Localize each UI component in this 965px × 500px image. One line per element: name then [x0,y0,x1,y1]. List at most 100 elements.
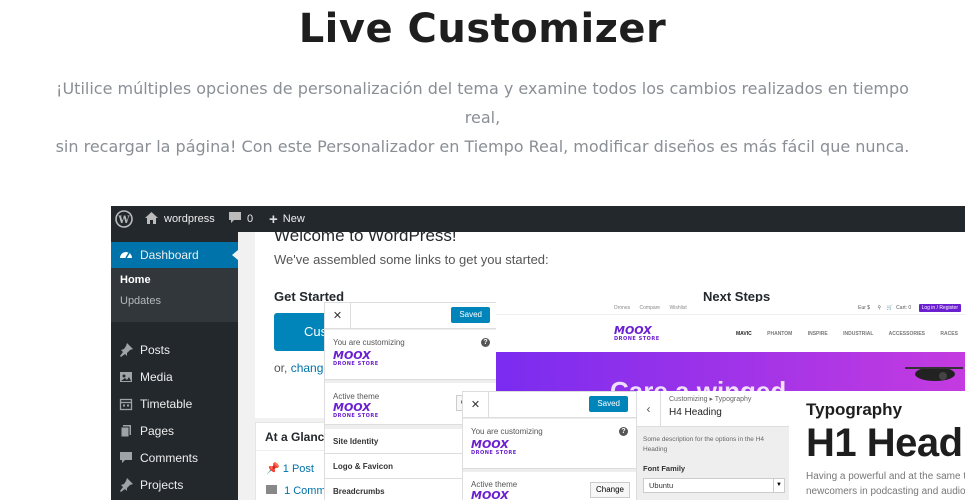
typography-options-panel: ‹ Customizing ▸ Typography H4 Heading So… [636,391,790,500]
at-a-glance-title: At a Glance [265,430,332,444]
customizing-info: You are customizing ? MOOX DRONE STORE [463,419,636,469]
new-label: New [282,213,305,225]
sidebar-item-media[interactable]: Media [111,364,238,390]
typography-preview: Typography H1 Heading Having a powerful … [789,391,965,500]
moox-logo: MOOXDRONE STORE [333,349,379,367]
currency-selector[interactable]: Eur $ [858,305,870,311]
nav-item[interactable]: INSPIRE [808,331,828,337]
login-button[interactable]: Log in / Register [918,304,961,312]
paragraph-line-1: Having a powerful and at the same time [806,471,965,482]
admin-sidebar: Dashboard Home Updates Posts Media Timet… [111,232,238,500]
site-preview: Drones Compare Wishlist Eur $ ⚲ 🛒 Cart: … [496,302,965,392]
help-icon[interactable]: ? [481,338,490,347]
dashboard-submenu: Home Updates [111,268,238,322]
pages-icon [119,424,133,438]
media-icon [119,370,133,384]
nav-item[interactable]: RACES [940,331,958,337]
top-link[interactable]: Wishlist [669,305,686,311]
sidebar-item-timetable[interactable]: Timetable [111,391,238,417]
active-theme-box: Active theme MOOXDRONE STORE Change [463,472,636,500]
customizer-header: ✕ Saved [325,303,498,329]
paragraph-line-2: newcomers in podcasting and audio pro [806,486,965,497]
preview-banner: Care a winged [496,352,965,392]
chevron-down-icon: ▼ [773,479,784,492]
plus-icon: + [269,210,278,228]
comment-icon [229,212,241,226]
preview-top-links: Drones Compare Wishlist [614,305,687,311]
nav-item[interactable]: MAVIC [736,331,752,337]
change-theme-button[interactable]: Change [590,482,630,498]
cart-icon: 🛒 [886,305,893,311]
preview-nav: MAVIC PHANTOM INSPIRE INDUSTRIAL ACCESSO… [736,331,958,337]
site-name: wordpress [164,213,215,225]
glance-posts[interactable]: 📌 1 Post [266,462,314,475]
nav-item[interactable]: PHANTOM [767,331,792,337]
sidebar-item-label: Dashboard [140,248,199,262]
drone-image [895,358,965,388]
admin-bar-site[interactable]: wordpress [145,206,215,232]
nav-item[interactable]: INDUSTRIAL [843,331,873,337]
sidebar-item-label: Posts [140,343,171,357]
saved-button[interactable]: Saved [451,307,490,323]
sidebar-item-comments[interactable]: Comments [111,445,238,471]
preview-logo[interactable]: MOOX DRONE STORE [614,325,660,342]
saved-button[interactable]: Saved [589,396,628,412]
comment-icon [266,485,277,494]
wordpress-screenshot: W wordpress 0 + New Dashboard Home Updat… [111,206,965,500]
customizing-info: You are customizing ? MOOX DRONE STORE [325,330,498,380]
preview-top-right: Eur $ ⚲ 🛒 Cart: 0 Log in / Register [858,304,961,312]
pin-icon: 📌 [266,463,280,475]
subtitle-line-1: ¡Utilice múltiples opciones de personali… [56,79,909,127]
or-text: or, [274,361,288,375]
pin-icon [119,343,133,357]
sidebar-subitem-updates[interactable]: Updates [120,295,161,307]
typography-title: Typography [806,400,903,419]
cart-link[interactable]: Cart: 0 [896,305,911,311]
sidebar-item-projects[interactable]: Projects [111,472,238,498]
back-arrow-icon[interactable]: ‹ [637,391,661,427]
calendar-icon [119,397,133,411]
moox-logo: MOOXDRONE STORE [333,401,379,419]
customizer-panel-front: ✕ Saved You are customizing ? MOOX DRONE … [462,391,637,500]
moox-logo: MOOXDRONE STORE [471,489,509,500]
sidebar-item-label: Projects [140,478,184,492]
option-description: Some description for the options in the … [643,436,765,453]
sidebar-item-label: Comments [140,451,199,465]
dashboard-icon [119,248,133,262]
you-are-customizing-label: You are customizing [333,338,405,347]
top-link[interactable]: Compare [640,305,661,311]
welcome-subtitle: We've assembled some links to get you st… [274,252,549,267]
section-header: ‹ Customizing ▸ Typography H4 Heading [637,391,790,427]
section-title: H4 Heading [669,407,722,418]
home-icon [145,211,158,227]
active-theme-label: Active theme [333,392,380,401]
you-are-customizing-label: You are customizing [471,427,543,436]
pin-icon [119,478,133,492]
admin-bar: W wordpress 0 + New [111,206,965,232]
nav-item[interactable]: ACCESSORIES [889,331,925,337]
active-theme-label: Active theme [471,480,518,489]
sidebar-subitem-home[interactable]: Home [120,274,151,286]
subtitle-line-2: sin recargar la página! Con este Persona… [55,137,910,156]
sidebar-item-pages[interactable]: Pages [111,418,238,444]
sidebar-item-label: Pages [140,424,175,438]
close-icon[interactable]: ✕ [463,392,489,418]
glance-comments[interactable]: 1 Comm [266,485,326,497]
customizer-header: ✕ Saved [463,392,636,418]
h1-heading-preview: H1 Heading [806,421,965,465]
page-title: Live Customizer [298,6,667,52]
close-icon[interactable]: ✕ [325,303,351,329]
help-icon[interactable]: ? [619,427,628,436]
moox-logo: MOOXDRONE STORE [471,438,517,456]
top-link[interactable]: Drones [614,305,630,311]
welcome-title: Welcome to WordPress! [274,226,457,245]
sidebar-item-label: Media [140,370,173,384]
admin-bar-comments[interactable]: 0 [229,206,253,232]
sidebar-item-posts[interactable]: Posts [111,337,238,363]
sidebar-item-dashboard[interactable]: Dashboard [111,242,238,268]
search-icon[interactable]: ⚲ [877,305,881,311]
font-family-select[interactable]: Ubuntu ▼ [643,478,785,493]
font-family-label: Font Family [643,464,686,473]
comments-count: 0 [247,213,254,225]
wordpress-logo-icon[interactable]: W [115,206,133,232]
